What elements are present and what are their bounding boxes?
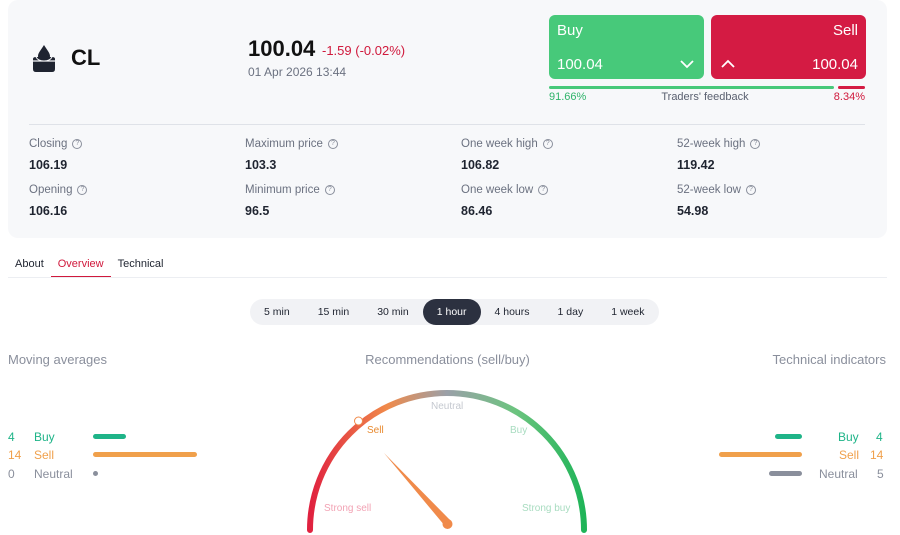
tab-technical[interactable]: Technical <box>111 258 171 278</box>
stat-minimum-price: Minimum price? 96.5 <box>245 184 335 218</box>
feedback-sell-bar <box>838 86 865 89</box>
stat-closing: Closing? 106.19 <box>29 138 83 172</box>
stat-label: Opening <box>29 184 73 196</box>
gauge-needle-pivot <box>442 519 453 529</box>
ma-sell-label: Sell <box>34 448 55 462</box>
stat-maximum-price: Maximum price? 103.3 <box>245 138 338 172</box>
stat-value: 106.82 <box>461 158 500 172</box>
stat-value: 103.3 <box>245 158 277 172</box>
stat-value: 106.16 <box>29 204 68 218</box>
moving-averages-title: Moving averages <box>8 352 107 367</box>
quote-datetime: 01 Apr 2026 13:44 <box>248 65 347 79</box>
stat-label: 52-week low <box>677 184 741 196</box>
period-selector: 5 min 15 min 30 min 1 hour 4 hours 1 day… <box>250 299 659 325</box>
gauge-label-sell: Sell <box>367 425 384 436</box>
info-icon[interactable]: ? <box>77 185 88 195</box>
period-4-hours[interactable]: 4 hours <box>481 299 544 325</box>
feedback-label: Traders' feedback <box>661 91 749 103</box>
feedback-sell-percent: 8.34% <box>833 91 865 103</box>
oil-drop-icon <box>33 45 55 72</box>
tab-about[interactable]: About <box>8 258 51 278</box>
ma-sell-count: 14 <box>8 448 22 462</box>
feedback-buy-percent: 91.66% <box>549 91 587 103</box>
price-change: -1.59 (-0.02%) <box>322 43 406 58</box>
stat-label: 52-week high <box>677 138 746 150</box>
ti-buy-bar <box>775 434 802 439</box>
info-icon[interactable]: ? <box>745 185 756 195</box>
divider <box>29 124 865 125</box>
stat-value: 54.98 <box>677 204 709 218</box>
ti-sell-count: 14 <box>870 448 884 462</box>
ma-neutral-bar <box>93 471 98 476</box>
section-tabs: About Overview Technical <box>8 258 170 278</box>
stat-value: 119.42 <box>677 158 715 172</box>
current-price: 100.04 <box>248 36 316 61</box>
period-1-week[interactable]: 1 week <box>597 299 658 325</box>
period-1-hour[interactable]: 1 hour <box>422 299 481 325</box>
period-5-min[interactable]: 5 min <box>250 299 304 325</box>
stat-value: 86.46 <box>461 204 493 218</box>
chevron-down-icon <box>680 60 694 69</box>
instrument-symbol: CL <box>71 45 101 70</box>
gauge-label-strong-sell: Strong sell <box>324 503 371 514</box>
ti-sell-label: Sell <box>839 448 860 462</box>
recommendation-gauge: Strong sell Sell Neutral Buy Strong buy <box>307 390 587 533</box>
stat-label: One week low <box>461 184 534 196</box>
ti-neutral-count: 5 <box>877 467 884 481</box>
technical-indicators-title: Technical indicators <box>772 352 886 367</box>
ti-sell-bar <box>719 452 802 457</box>
sell-button[interactable]: Sell 100.04 <box>711 15 866 79</box>
sell-price: 100.04 <box>812 56 858 73</box>
info-icon[interactable]: ? <box>538 185 549 195</box>
period-30-min[interactable]: 30 min <box>363 299 423 325</box>
buy-label: Buy <box>557 22 583 39</box>
info-icon[interactable]: ? <box>750 139 761 149</box>
ti-neutral-label: Neutral <box>819 467 858 481</box>
tabs-divider <box>8 277 887 278</box>
stat-one-week-high: One week high? 106.82 <box>461 138 553 172</box>
stat-value: 106.19 <box>29 158 68 172</box>
ma-buy-bar <box>93 434 126 439</box>
info-icon[interactable]: ? <box>542 139 553 149</box>
stat-52-week-low: 52-week low? 54.98 <box>677 184 756 218</box>
stat-label: One week high <box>461 138 538 150</box>
stat-value: 96.5 <box>245 204 270 218</box>
ti-buy-label: Buy <box>838 430 859 444</box>
gauge-marker <box>354 416 363 426</box>
ti-neutral-bar <box>769 471 802 476</box>
ma-buy-count: 4 <box>8 430 15 444</box>
info-icon[interactable]: ? <box>327 139 338 149</box>
stat-one-week-low: One week low? 86.46 <box>461 184 549 218</box>
ma-buy-label: Buy <box>34 430 55 444</box>
stat-label: Minimum price <box>245 184 320 196</box>
stat-label: Maximum price <box>245 138 323 150</box>
ma-neutral-label: Neutral <box>34 467 73 481</box>
recommendations-title: Recommendations (sell/buy) <box>365 352 530 367</box>
sell-label: Sell <box>832 22 858 39</box>
gauge-label-neutral: Neutral <box>431 401 463 412</box>
ti-buy-count: 4 <box>876 430 883 444</box>
period-15-min[interactable]: 15 min <box>304 299 364 325</box>
stat-label: Closing <box>29 138 68 150</box>
tab-overview[interactable]: Overview <box>50 258 111 278</box>
buy-button[interactable]: Buy 100.04 <box>549 15 704 79</box>
gauge-needle <box>384 453 450 526</box>
gauge-label-buy: Buy <box>510 425 527 436</box>
info-icon[interactable]: ? <box>324 185 335 195</box>
info-icon[interactable]: ? <box>72 139 83 149</box>
gauge-label-strong-buy: Strong buy <box>522 503 570 514</box>
stat-52-week-high: 52-week high? 119.42 <box>677 138 761 172</box>
period-1-day[interactable]: 1 day <box>544 299 598 325</box>
ma-neutral-count: 0 <box>8 467 15 481</box>
buy-price: 100.04 <box>557 56 603 73</box>
ma-sell-bar <box>93 452 197 457</box>
chevron-up-icon <box>721 59 735 68</box>
feedback-buy-bar <box>549 86 834 89</box>
stat-opening: Opening? 106.16 <box>29 184 88 218</box>
